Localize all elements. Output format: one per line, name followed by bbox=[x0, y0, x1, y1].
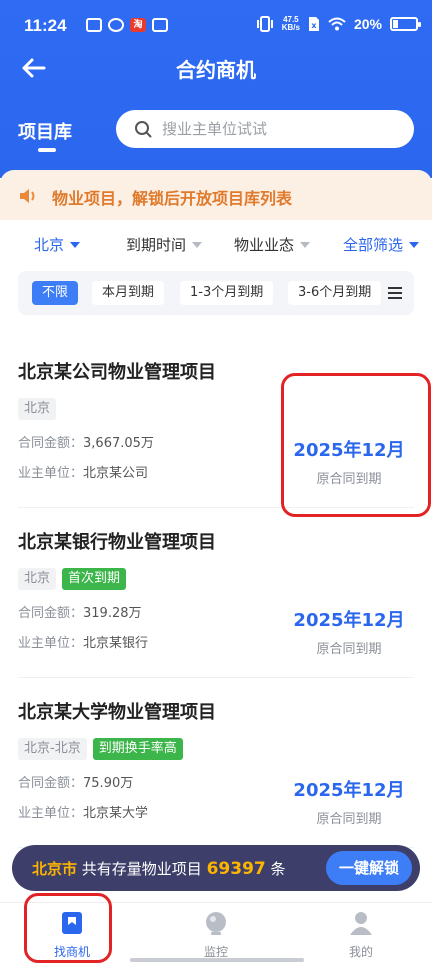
sim-icon: x bbox=[308, 17, 319, 31]
filter-all-label: 全部筛选 bbox=[343, 236, 404, 254]
filter-property-type[interactable]: 物业业态 bbox=[234, 234, 311, 255]
region-tag: 北京 bbox=[18, 398, 57, 420]
status-tag: 首次到期 bbox=[62, 568, 127, 590]
chip-unlimited[interactable]: 不限 bbox=[32, 281, 79, 305]
owner-unit: 业主单位：北京某公司 bbox=[18, 466, 149, 481]
project-title: 北京某银行物业管理项目 bbox=[18, 532, 216, 553]
vibrate-icon bbox=[256, 16, 273, 32]
due-label: 原合同到期 bbox=[316, 472, 382, 487]
status-bar: 11:24 淘 47.5 KB/s x 20% bbox=[0, 10, 432, 40]
search-input[interactable] bbox=[162, 120, 392, 138]
project-tags: 北京 首次到期 bbox=[18, 568, 127, 590]
caret-down-icon bbox=[409, 241, 420, 248]
region-tag: 北京 bbox=[18, 568, 57, 590]
due-date: 2025年12月 bbox=[293, 610, 405, 631]
person-icon bbox=[350, 912, 372, 935]
page-title: 合约商机 bbox=[176, 58, 256, 82]
caret-down-icon bbox=[192, 241, 203, 248]
search-box[interactable] bbox=[116, 110, 414, 148]
expiry-chip-row: 不限 本月到期 1-3个月到期 3-6个月到期 bbox=[18, 271, 414, 315]
filter-expiry-time[interactable]: 到期时间 bbox=[126, 234, 203, 255]
filter-expiry-label: 到期时间 bbox=[126, 236, 187, 254]
chip-3-6-months[interactable]: 3-6个月到期 bbox=[288, 281, 382, 305]
status-tag: 到期换手率高 bbox=[92, 738, 183, 760]
project-card[interactable]: 北京某大学物业管理项目 北京-北京 到期换手率高 合同金额：75.90万 业主单… bbox=[18, 698, 414, 848]
region-tag: 北京-北京 bbox=[18, 738, 87, 760]
list-menu-icon[interactable] bbox=[388, 287, 402, 299]
tab-project-library[interactable]: 项目库 bbox=[18, 118, 72, 144]
header: 11:24 淘 47.5 KB/s x 20% 合约商机 项目库 bbox=[0, 0, 432, 178]
sync-app-icon bbox=[108, 18, 124, 32]
status-app-icons: 淘 bbox=[86, 18, 168, 32]
unlock-banner: 北京市 共有存量物业项目 69397 条 一键解锁 bbox=[12, 845, 420, 891]
due-date: 2025年12月 bbox=[293, 780, 405, 801]
filter-city[interactable]: 北京 bbox=[34, 234, 81, 255]
contract-amount: 合同金额：3,667.05万 bbox=[18, 436, 154, 451]
caret-down-icon bbox=[300, 241, 311, 248]
project-title: 北京某大学物业管理项目 bbox=[18, 702, 216, 723]
project-title: 北京某公司物业管理项目 bbox=[18, 362, 216, 383]
battery-percent: 20% bbox=[353, 16, 382, 32]
status-right: 47.5 KB/s x 20% bbox=[256, 15, 421, 32]
message-app-icon bbox=[86, 18, 102, 32]
owner-unit: 业主单位：北京某银行 bbox=[18, 636, 149, 651]
filter-all[interactable]: 全部筛选 bbox=[343, 234, 420, 255]
net-speed: 47.5 KB/s bbox=[281, 15, 300, 32]
project-tags: 北京-北京 到期换手率高 bbox=[18, 738, 183, 760]
home-indicator bbox=[130, 958, 304, 962]
svg-text:x: x bbox=[311, 21, 317, 30]
owner-unit: 业主单位：北京某大学 bbox=[18, 806, 149, 821]
caret-down-icon bbox=[70, 241, 81, 248]
bottom-nav: 找商机 监控 我的 bbox=[0, 902, 432, 964]
project-tags: 北京 bbox=[18, 398, 57, 420]
search-icon bbox=[135, 121, 152, 138]
chip-this-month[interactable]: 本月到期 bbox=[92, 281, 165, 305]
notice-bar: 物业项目，解锁后开放项目库列表 bbox=[0, 170, 432, 220]
due-label: 原合同到期 bbox=[316, 642, 382, 657]
due-info: 2025年12月 原合同到期 bbox=[284, 776, 414, 827]
monitor-icon bbox=[206, 912, 226, 935]
battery-icon bbox=[390, 17, 421, 31]
project-card[interactable]: 北京某银行物业管理项目 北京 首次到期 合同金额：319.28万 业主单位：北京… bbox=[18, 528, 414, 678]
status-time: 11:24 bbox=[24, 16, 67, 35]
due-info: 2025年12月 原合同到期 bbox=[284, 606, 414, 657]
speaker-icon bbox=[20, 189, 35, 203]
nav-mine[interactable]: 我的 bbox=[316, 911, 406, 960]
bookmark-icon bbox=[62, 912, 82, 934]
wifi-icon bbox=[328, 17, 346, 31]
banner-text: 北京市 共有存量物业项目 69397 条 bbox=[32, 859, 286, 879]
taobao-app-icon: 淘 bbox=[130, 18, 146, 32]
nav-find-opportunity[interactable]: 找商机 bbox=[27, 911, 117, 960]
nav-monitor[interactable]: 监控 bbox=[171, 911, 261, 960]
contract-amount: 合同金额：75.90万 bbox=[18, 776, 134, 791]
project-card[interactable]: 北京某公司物业管理项目 北京 合同金额：3,667.05万 业主单位：北京某公司… bbox=[18, 358, 414, 508]
notice-text: 物业项目，解锁后开放项目库列表 bbox=[52, 189, 293, 208]
gallery-app-icon bbox=[152, 18, 168, 32]
contract-amount: 合同金额：319.28万 bbox=[18, 606, 142, 621]
due-info: 2025年12月 原合同到期 bbox=[284, 436, 414, 487]
tab-underline bbox=[38, 148, 56, 152]
chip-1-3-months[interactable]: 1-3个月到期 bbox=[180, 281, 274, 305]
unlock-button[interactable]: 一键解锁 bbox=[326, 851, 412, 885]
due-date: 2025年12月 bbox=[293, 440, 405, 461]
filter-property-label: 物业业态 bbox=[234, 236, 295, 254]
due-label: 原合同到期 bbox=[316, 812, 382, 827]
filter-city-label: 北京 bbox=[34, 236, 65, 254]
filter-bar: 北京 到期时间 物业业态 全部筛选 bbox=[0, 228, 432, 260]
